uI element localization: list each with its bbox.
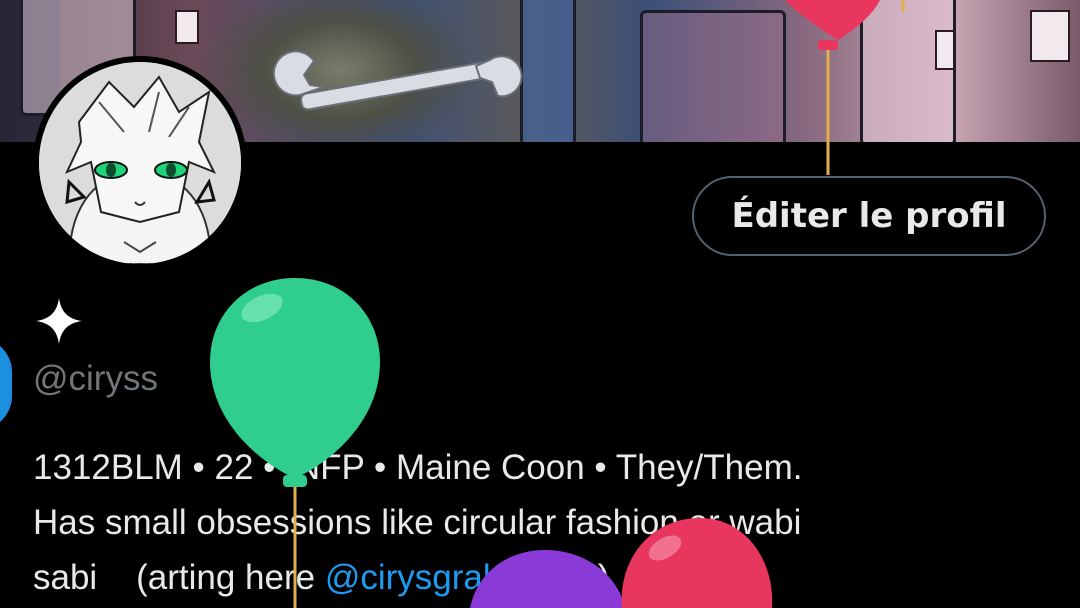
bio-line-3-text: sabi (arting here xyxy=(33,558,325,597)
avatar[interactable] xyxy=(33,56,247,270)
banner-art xyxy=(640,10,786,142)
profile-bio: 1312BLM • 22 • INFP • Maine Coon • They/… xyxy=(33,440,1033,605)
avatar-image xyxy=(39,62,241,264)
sparkle-icon xyxy=(36,298,82,344)
edit-profile-button[interactable]: Éditer le profil xyxy=(692,176,1046,256)
bio-mention-link[interactable]: @cirysgrabsapen xyxy=(325,558,598,597)
profile-handle: @ciryss xyxy=(33,359,158,398)
bio-line-2: Has small obsessions like circular fashi… xyxy=(33,503,802,542)
bio-line-3: sabi (arting here @cirysgrabsapen) xyxy=(33,550,1033,605)
banner-art xyxy=(935,30,955,70)
banner-art xyxy=(1030,10,1070,62)
bio-line-1: 1312BLM • 22 • INFP • Maine Coon • They/… xyxy=(33,448,803,487)
edge-blue-shape xyxy=(0,338,12,430)
banner-art xyxy=(175,10,199,44)
banner-art xyxy=(860,0,956,142)
bio-line-3-suffix: ) xyxy=(597,558,610,597)
wrench-icon xyxy=(272,50,523,111)
